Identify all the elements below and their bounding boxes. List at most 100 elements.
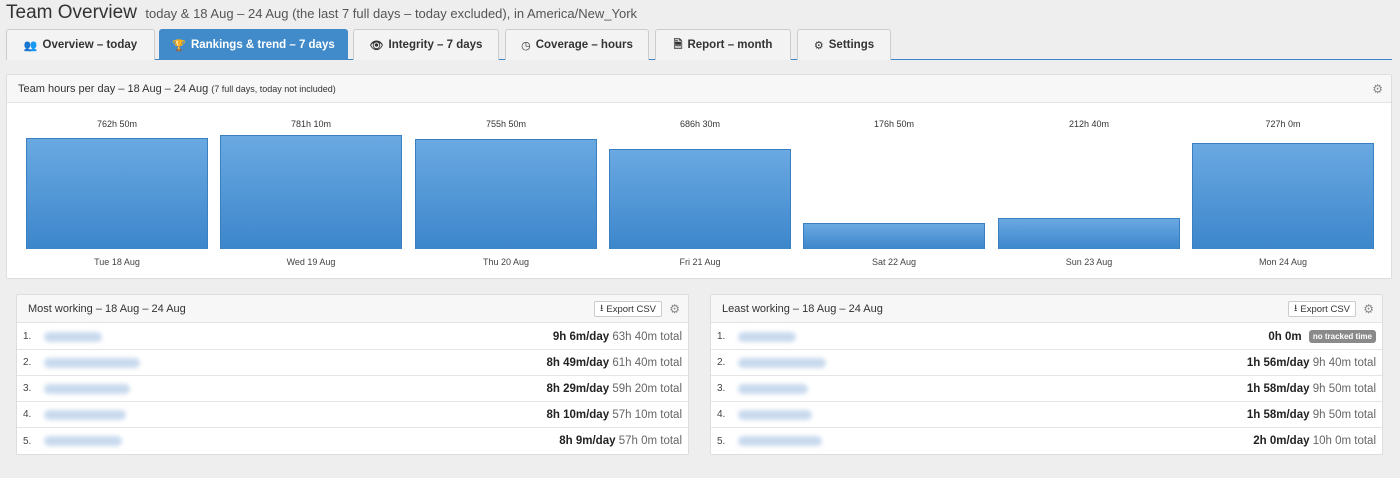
total-value: 61h 40m total bbox=[612, 356, 682, 369]
list-item: 2. 1h 56m/day 9h 40m total bbox=[711, 350, 1382, 376]
least-working-header: Least working – 18 Aug – 24 Aug ⭳ Export… bbox=[711, 295, 1382, 323]
bar-value-label: 176h 50m bbox=[873, 119, 915, 129]
tab-label: Rankings & trend – 7 days bbox=[190, 39, 335, 51]
tab-bar: 👥 Overview – today 🏆 Rankings & trend – … bbox=[6, 29, 1392, 60]
export-csv-button[interactable]: ⭳ Export CSV bbox=[594, 301, 662, 317]
user-name-blurred[interactable] bbox=[738, 436, 822, 446]
tab-label: Overview – today bbox=[42, 39, 138, 51]
export-label: Export CSV bbox=[606, 303, 656, 315]
user-name-blurred[interactable] bbox=[44, 331, 102, 342]
hours-summary: 9h 6m/day 63h 40m total bbox=[553, 331, 682, 343]
total-value: 9h 50m total bbox=[1312, 382, 1376, 395]
per-day-value: 8h 29m/day bbox=[546, 382, 610, 395]
chart-bar[interactable] bbox=[220, 135, 402, 249]
gear-icon[interactable]: ⚙ bbox=[1372, 82, 1383, 96]
chart-bar[interactable] bbox=[26, 138, 208, 249]
hours-summary: 1h 58m/day 9h 50m total bbox=[1247, 409, 1376, 421]
hours-summary: 8h 10m/day 57h 10m total bbox=[546, 409, 682, 421]
gear-icon[interactable]: ⚙ bbox=[669, 302, 680, 316]
per-day-value: 0h 0m bbox=[1268, 331, 1302, 343]
trophy-icon: 🏆 bbox=[172, 39, 186, 52]
user-name-blurred[interactable] bbox=[44, 436, 122, 446]
x-tick-label: Tue 18 Aug bbox=[94, 257, 140, 267]
most-working-title: Most working – 18 Aug – 24 Aug bbox=[28, 302, 186, 315]
rank-number: 5. bbox=[23, 435, 32, 447]
total-value: 57h 0m total bbox=[618, 435, 682, 447]
most-working-header: Most working – 18 Aug – 24 Aug ⭳ Export … bbox=[17, 295, 688, 323]
chart-bar[interactable] bbox=[609, 149, 791, 249]
tab-label: Report – month bbox=[687, 39, 773, 51]
most-working-list: 1. 9h 6m/day 63h 40m total 2. 8h 49m/day 61… bbox=[17, 324, 688, 454]
tab-report[interactable]: 🗎 Report – month bbox=[655, 29, 791, 60]
page-header: Team Overview today & 18 Aug – 24 Aug (t… bbox=[6, 2, 637, 26]
gear-icon[interactable]: ⚙ bbox=[1363, 302, 1374, 316]
tab-overview[interactable]: 👥 Overview – today bbox=[6, 29, 155, 60]
rank-number: 4. bbox=[23, 409, 32, 420]
bar-value-label: 727h 0m bbox=[1265, 119, 1301, 129]
per-day-value: 8h 9m/day bbox=[559, 435, 616, 447]
least-working-panel: Least working – 18 Aug – 24 Aug ⭳ Export… bbox=[710, 294, 1383, 455]
rank-number: 1. bbox=[23, 331, 32, 342]
rank-number: 3. bbox=[717, 383, 726, 394]
list-item: 1. 9h 6m/day 63h 40m total bbox=[17, 324, 688, 350]
list-item: 4. 8h 10m/day 57h 10m total bbox=[17, 402, 688, 428]
export-csv-button[interactable]: ⭳ Export CSV bbox=[1288, 301, 1356, 317]
x-tick-label: Sun 23 Aug bbox=[1065, 257, 1113, 267]
chart-bar[interactable] bbox=[1192, 143, 1374, 249]
list-item: 5. 2h 0m/day 10h 0m total bbox=[711, 428, 1382, 454]
total-value: 63h 40m total bbox=[612, 330, 682, 343]
bar-value-label: 686h 30m bbox=[679, 119, 721, 129]
hours-summary: 8h 49m/day 61h 40m total bbox=[546, 357, 682, 369]
rank-number: 2. bbox=[23, 357, 32, 368]
rank-number: 2. bbox=[717, 357, 726, 368]
least-working-list: 1. 0h 0m no tracked time 2. 1h 56m/day 9h 4… bbox=[711, 324, 1382, 454]
list-item: 2. 8h 49m/day 61h 40m total bbox=[17, 350, 688, 376]
per-day-value: 9h 6m/day bbox=[552, 330, 610, 343]
user-name-blurred[interactable] bbox=[44, 357, 140, 368]
per-day-value: 8h 49m/day bbox=[546, 356, 610, 369]
page-subtitle: today & 18 Aug – 24 Aug (the last 7 full… bbox=[145, 6, 638, 21]
gear-icon: ⚙ bbox=[813, 39, 824, 52]
tab-settings[interactable]: ⚙ Settings bbox=[797, 29, 891, 60]
user-name-blurred[interactable] bbox=[44, 409, 126, 420]
download-icon: ⭳ bbox=[600, 303, 604, 314]
rank-number: 5. bbox=[717, 435, 726, 447]
rank-number: 4. bbox=[717, 409, 726, 420]
list-item: 3. 1h 58m/day 9h 50m total bbox=[711, 376, 1382, 402]
hours-panel-header: Team hours per day – 18 Aug – 24 Aug (7 … bbox=[7, 75, 1391, 103]
user-name-blurred[interactable] bbox=[738, 357, 826, 368]
chart-bar[interactable] bbox=[998, 218, 1180, 249]
tab-rankings[interactable]: 🏆 Rankings & trend – 7 days bbox=[159, 29, 348, 60]
hours-panel-note: (7 full days, today not included) bbox=[211, 83, 336, 94]
per-day-value: 2h 0m/day bbox=[1253, 435, 1310, 447]
total-value: 9h 40m total bbox=[1312, 356, 1376, 369]
hours-summary: 0h 0m no tracked time bbox=[1268, 330, 1376, 343]
total-value: 57h 10m total bbox=[612, 408, 682, 421]
per-day-value: 1h 58m/day bbox=[1246, 382, 1310, 395]
user-name-blurred[interactable] bbox=[738, 409, 812, 420]
bar-value-label: 755h 50m bbox=[485, 119, 527, 129]
hours-summary: 1h 58m/day 9h 50m total bbox=[1247, 383, 1376, 395]
rank-number: 1. bbox=[717, 331, 726, 342]
per-day-value: 1h 56m/day bbox=[1246, 356, 1310, 369]
clock-icon: ◷ bbox=[521, 39, 531, 52]
status-badge: no tracked time bbox=[1308, 330, 1376, 343]
x-tick-label: Mon 24 Aug bbox=[1258, 257, 1308, 267]
tab-coverage[interactable]: ◷ Coverage – hours bbox=[505, 29, 649, 60]
list-item: 3. 8h 29m/day 59h 20m total bbox=[17, 376, 688, 402]
chart-bar[interactable] bbox=[415, 139, 597, 249]
x-tick-label: Fri 21 Aug bbox=[679, 257, 721, 267]
tab-integrity[interactable]: 👁 Integrity – 7 days bbox=[353, 29, 499, 60]
users-icon: 👥 bbox=[23, 39, 38, 52]
total-value: 9h 50m total bbox=[1312, 408, 1376, 421]
download-icon: ⭳ bbox=[1294, 303, 1298, 314]
hours-bar-chart: 762h 50m Tue 18 Aug 781h 10m Wed 19 Aug 755h… bbox=[7, 104, 1393, 278]
x-tick-label: Wed 19 Aug bbox=[286, 257, 336, 267]
tab-label: Integrity – 7 days bbox=[388, 39, 483, 51]
user-name-blurred[interactable] bbox=[738, 383, 808, 394]
user-name-blurred[interactable] bbox=[44, 383, 130, 394]
user-name-blurred[interactable] bbox=[738, 331, 796, 342]
x-tick-label: Thu 20 Aug bbox=[482, 257, 530, 267]
chart-bar[interactable] bbox=[803, 223, 985, 249]
bar-value-label: 781h 10m bbox=[290, 119, 332, 129]
